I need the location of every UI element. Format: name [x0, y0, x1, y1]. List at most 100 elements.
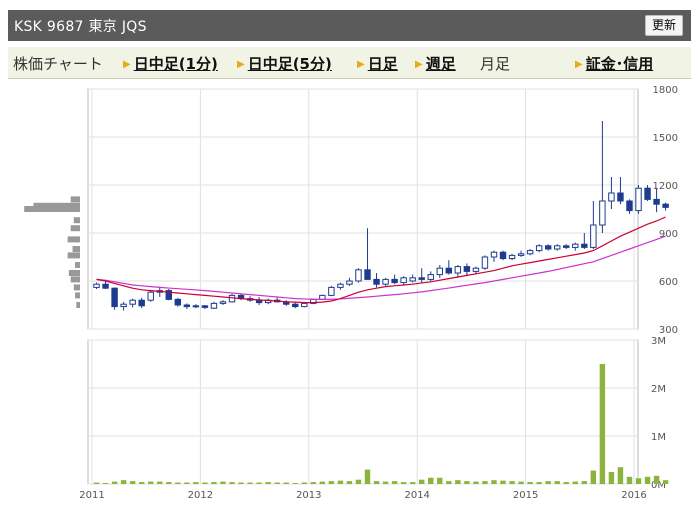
volume-bar — [599, 364, 606, 484]
candle-body — [93, 283, 100, 288]
volume-bar — [482, 481, 488, 484]
volume-bar — [292, 483, 298, 484]
volume-bar — [653, 475, 660, 484]
candle-body — [228, 294, 236, 303]
volume-bar — [545, 481, 551, 484]
volume-bar — [129, 481, 136, 484]
volume-bar — [229, 482, 235, 484]
volume-bar — [175, 482, 181, 484]
candle-body — [301, 302, 308, 308]
candle-body — [653, 198, 660, 205]
volume-bar — [211, 482, 217, 484]
x-tick-label: 2014 — [404, 490, 429, 501]
volume-bar — [265, 482, 271, 484]
candle-body — [526, 250, 534, 255]
arrow-icon: ▶ — [123, 59, 131, 70]
candle-body — [418, 277, 425, 280]
volume-bar — [310, 482, 317, 484]
price-volume-bar — [68, 270, 80, 276]
volume-bar — [464, 481, 470, 484]
tab-stock-chart: 株価チャート — [13, 53, 103, 74]
volume-panel: 0M1M2M3M — [87, 336, 669, 491]
tab-intraday-1min[interactable]: ▶ 日中足(1分) — [123, 53, 218, 74]
volume-bar — [473, 481, 479, 484]
price-volume-bar — [73, 217, 80, 224]
arrow-icon: ▶ — [575, 59, 583, 70]
volume-bar — [500, 480, 506, 484]
candle-body — [635, 187, 642, 212]
candle-body — [608, 192, 615, 202]
candle-body — [427, 274, 434, 280]
tab-margin-credit[interactable]: ▶ 証金･信用 — [575, 53, 653, 74]
tab-label: 日足 — [367, 55, 398, 73]
volume-bar — [238, 482, 244, 484]
tab-label: 株価チャート — [13, 55, 103, 73]
volume-bar — [111, 481, 118, 484]
candle-body — [346, 280, 353, 285]
x-tick-label: 2016 — [621, 490, 646, 501]
candle-body — [445, 267, 453, 274]
volume-bar — [301, 482, 307, 484]
candle-body — [120, 303, 127, 308]
tab-intraday-5min[interactable]: ▶ 日中足(5分) — [237, 53, 332, 74]
candle-body — [337, 283, 344, 288]
x-axis: 2011 2012 2013 2014 2015 2016 — [79, 490, 646, 501]
candle-body — [626, 200, 633, 212]
candle-body — [617, 192, 624, 202]
volume-bar — [455, 480, 461, 484]
volume-bar — [184, 482, 190, 484]
arrow-icon: ▶ — [237, 59, 245, 70]
volume-bar — [337, 480, 344, 484]
candle-body — [138, 299, 145, 307]
volume-bar — [391, 481, 398, 484]
candle-body — [183, 304, 191, 308]
candle-body — [391, 278, 398, 284]
price-volume-bar — [75, 292, 80, 299]
price-tick-label: 600 — [659, 277, 678, 288]
chart-tab-bar: 株価チャート ▶ 日中足(1分) ▶ 日中足(5分) ▶ 日足 ▶ 週足 月足 ▶ 証金･… — [8, 47, 691, 79]
tab-daily[interactable]: ▶ 日足 — [357, 53, 398, 74]
candle-body — [201, 305, 209, 308]
volume-bar — [662, 480, 669, 484]
volume-bar — [491, 480, 497, 484]
candle-body — [409, 277, 416, 282]
volume-bar — [644, 476, 651, 484]
candle-body — [219, 301, 227, 304]
price-volume-bar — [67, 252, 80, 259]
candle-body — [400, 277, 407, 284]
volume-bar — [581, 481, 588, 484]
price-tick-label: 1800 — [653, 85, 678, 96]
volume-bar — [157, 481, 163, 484]
candle-body — [490, 251, 498, 258]
price-volume-bar — [76, 302, 80, 308]
candle-body — [174, 298, 182, 306]
tab-label: 証金･信用 — [585, 55, 654, 73]
volume-bar — [148, 481, 154, 484]
volume-bar — [382, 481, 389, 484]
price-volume-bar — [67, 236, 80, 243]
candle-body — [292, 303, 299, 308]
volume-bar — [608, 472, 615, 484]
volume-bar — [193, 482, 199, 484]
volume-bar — [400, 482, 407, 484]
volume-tick-label: 2M — [651, 384, 666, 395]
price-volume-bar — [75, 262, 80, 268]
candle-body — [644, 187, 651, 200]
stock-chart: 300600900120015001800 0M1M2M3M 2011 2012 2… — [24, 85, 678, 501]
volume-bar — [590, 470, 597, 484]
candle-body — [481, 256, 489, 269]
volume-plot-area — [87, 339, 639, 485]
candle-body — [102, 283, 109, 289]
tab-label: 日中足(1分) — [133, 55, 218, 73]
tab-weekly[interactable]: ▶ 週足 — [415, 53, 456, 74]
stock-title: KSK 9687 東京 JQS — [14, 19, 147, 35]
tab-label: 日中足(5分) — [247, 55, 332, 73]
arrow-icon: ▶ — [357, 59, 365, 70]
tab-label: 月足 — [480, 55, 511, 73]
candle-body — [508, 254, 516, 260]
volume-bar — [138, 482, 145, 484]
price-volume-bar — [70, 225, 80, 232]
price-volume-bar — [72, 246, 80, 252]
volume-bar — [283, 482, 289, 484]
refresh-button[interactable]: 更新 — [644, 15, 683, 36]
